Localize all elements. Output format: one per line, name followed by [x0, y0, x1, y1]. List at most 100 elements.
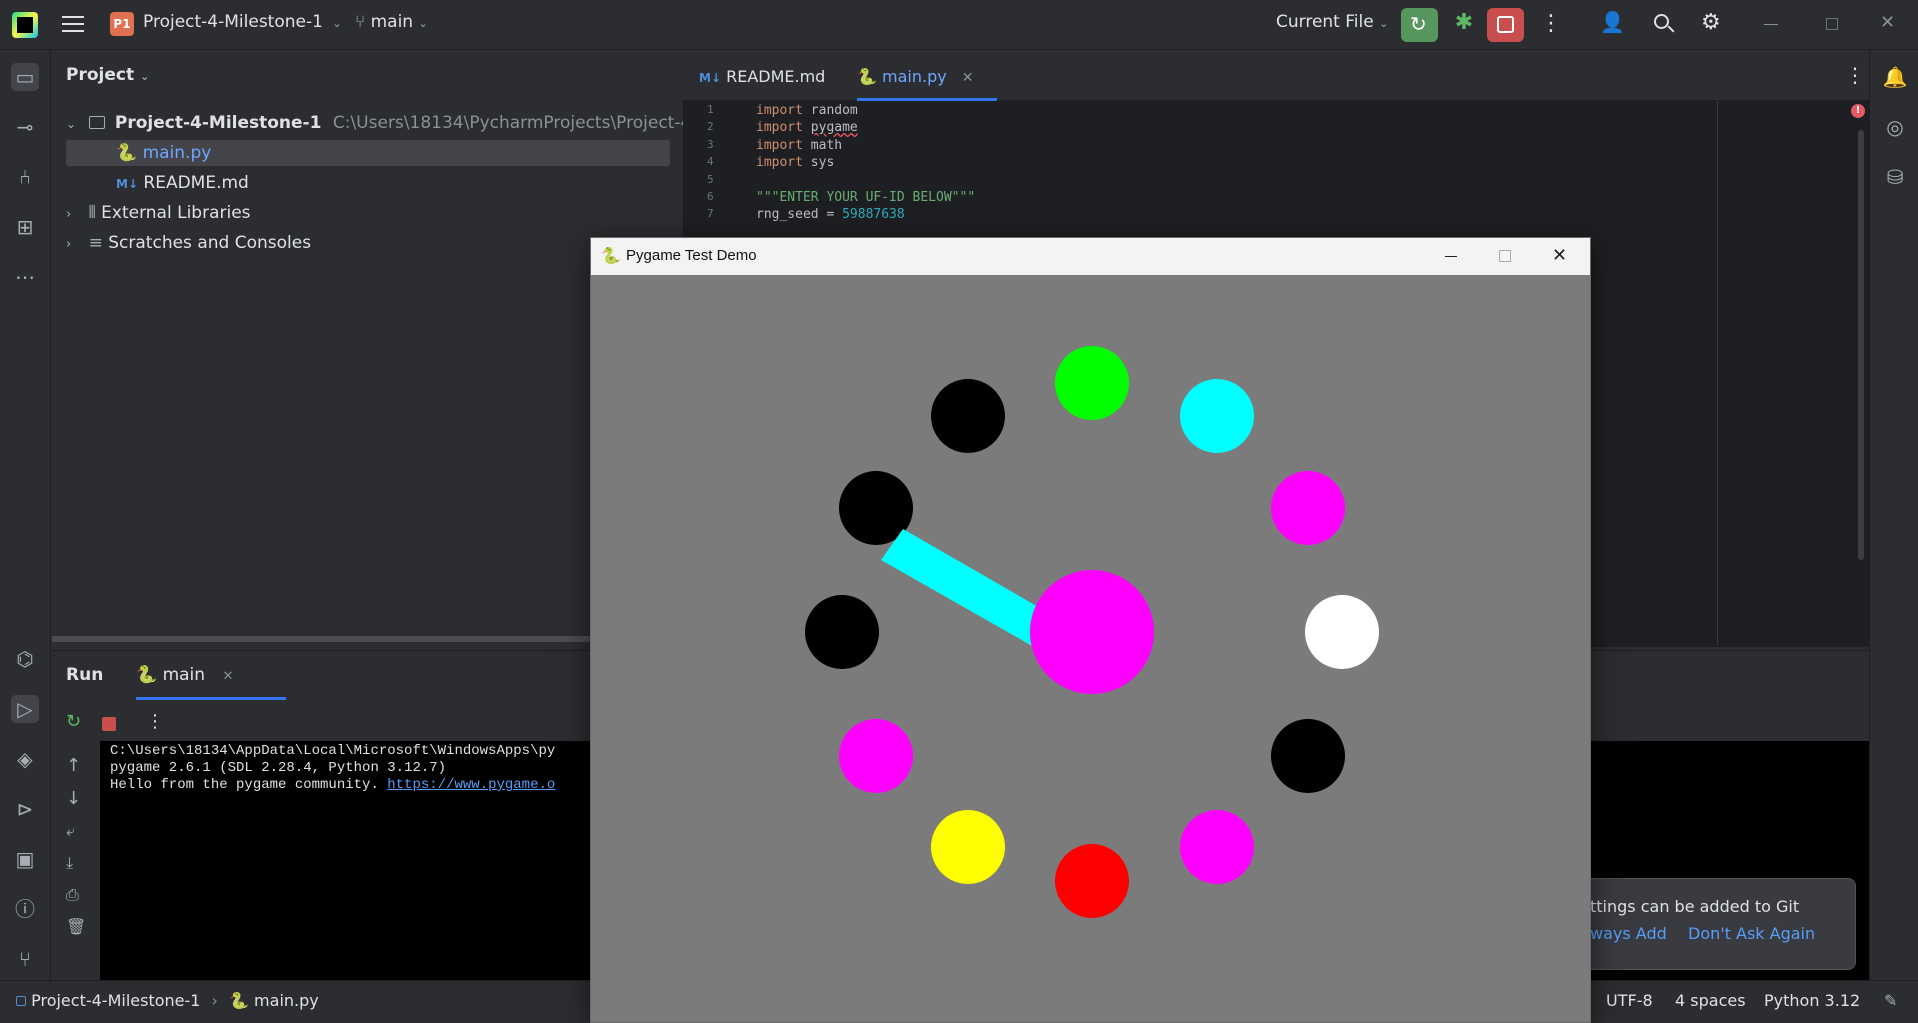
chevron-down-icon: ⌄ [418, 17, 428, 30]
settings-gear-icon[interactable]: ⚙ [1701, 10, 1729, 38]
scroll-up-icon[interactable]: ↑ [66, 755, 81, 776]
maximize-window-icon[interactable] [1499, 250, 1511, 262]
tree-file-main-py[interactable]: 🐍 main.py [116, 140, 211, 166]
scratches-icon: ≡ [88, 233, 103, 253]
run-config-label: Current File [1276, 12, 1374, 32]
chevron-right-icon: › [66, 237, 72, 252]
ai-assistant-icon[interactable]: ◎ [1881, 113, 1909, 141]
console-line: Hello from the pygame community. https:/… [110, 777, 556, 793]
root-folder-path: C:\Users\18134\PycharmProjects\Project-4… [332, 113, 732, 133]
tree-scratches[interactable]: › ≡ Scratches and Consoles [66, 230, 311, 256]
file-name: README.md [143, 173, 249, 193]
editor-tabs: M↓ README.md 🐍 main.py ✕ ⋮ [683, 51, 1869, 101]
python-file-icon: 🐍 [136, 665, 158, 685]
project-folder-icon[interactable]: ▭ [11, 63, 39, 91]
git-notification: ttings can be added to Git ways Add Don'… [1590, 878, 1856, 970]
run-config-selector[interactable]: Current File ⌄ [1276, 12, 1388, 32]
project-switcher[interactable]: Project-4-Milestone-1 ⌄ [143, 12, 342, 32]
chevron-down-icon: ⌄ [1379, 17, 1389, 30]
external-libraries-label: External Libraries [101, 203, 251, 223]
encoding-widget[interactable]: UTF-8 [1606, 991, 1653, 1010]
debug-button[interactable]: ✱ [1450, 10, 1478, 40]
tab-options-icon[interactable]: ⋮ [1845, 63, 1865, 87]
folder-icon [89, 116, 106, 129]
main-menu-icon[interactable] [62, 14, 84, 32]
run-tab-main[interactable]: 🐍 main ✕ [136, 665, 233, 685]
clock-center [1030, 570, 1154, 694]
tab-readme[interactable]: M↓ README.md [699, 67, 825, 86]
read-only-toggle-icon[interactable]: ✎ [1884, 991, 1897, 1010]
rerun-icon[interactable]: ↻ [66, 711, 81, 732]
python-console-icon[interactable]: ⌬ [11, 645, 39, 673]
trash-icon[interactable]: 🗑 [66, 917, 86, 936]
editor-scrollbar[interactable] [1858, 130, 1864, 560]
stop-button[interactable] [1487, 8, 1524, 42]
module-icon [16, 996, 26, 1006]
error-indicator-icon[interactable]: ! [1851, 104, 1865, 118]
project-name: Project-4-Milestone-1 [143, 12, 323, 32]
python-packages-icon[interactable]: ◈ [11, 745, 39, 773]
minimize-window-icon[interactable] [1764, 24, 1778, 25]
chevron-down-icon: ⌄ [140, 70, 150, 83]
more-actions-icon[interactable]: ⋮ [1540, 10, 1562, 38]
stop-icon[interactable] [102, 717, 116, 731]
tree-file-readme[interactable]: M↓ README.md [116, 170, 249, 196]
close-tab-icon[interactable]: ✕ [962, 70, 974, 86]
restore-window-icon[interactable] [1826, 18, 1838, 30]
project-panel-header[interactable]: Project ⌄ [66, 65, 149, 85]
horizontal-scrollbar[interactable] [52, 636, 682, 642]
notifications-bell-icon[interactable]: 🔔 [1881, 63, 1909, 91]
search-icon[interactable] [1652, 12, 1676, 36]
project-panel-title: Project [66, 65, 135, 85]
rerun-button[interactable]: ↻ [1401, 8, 1438, 42]
more-tools-icon[interactable]: ⋯ [11, 263, 39, 291]
pygame-window: 🐍 Pygame Test Demo ✕ [590, 237, 1591, 1023]
console-link[interactable]: https://www.pygame.o [387, 777, 555, 793]
add-user-icon[interactable]: 👤 [1600, 10, 1628, 38]
stop-icon [1497, 16, 1514, 33]
terminal-icon[interactable]: ▣ [11, 845, 39, 873]
commit-icon[interactable]: ⊸ [11, 113, 39, 141]
pygame-canvas[interactable] [591, 275, 1590, 1023]
database-icon[interactable]: ⛁ [1881, 163, 1909, 191]
indent-widget[interactable]: 4 spaces [1675, 991, 1746, 1010]
close-window-icon[interactable]: ✕ [1880, 12, 1895, 33]
project-badge[interactable]: P1 [110, 12, 134, 36]
markdown-file-icon: M↓ [116, 177, 138, 191]
git-branch-icon: ⑂ [355, 12, 366, 32]
problems-icon[interactable]: ⓘ [11, 895, 39, 923]
close-window-icon[interactable]: ✕ [1552, 245, 1567, 266]
active-tab-underline [857, 98, 997, 101]
scroll-down-icon[interactable]: ↓ [66, 788, 81, 809]
interpreter-widget[interactable]: Python 3.12 [1764, 991, 1860, 1010]
run-tool-icon[interactable]: ▷ [11, 695, 39, 723]
more-actions-icon[interactable]: ⋮ [146, 711, 164, 732]
soft-wrap-icon[interactable]: ⤶ [66, 821, 75, 841]
root-folder-name: Project-4-Milestone-1 [114, 113, 322, 133]
structure-icon[interactable]: ⊞ [11, 213, 39, 241]
chevron-right-icon: › [211, 991, 218, 1010]
close-tab-icon[interactable]: ✕ [222, 669, 233, 684]
breadcrumb-project[interactable]: Project-4-Milestone-1 [31, 991, 200, 1010]
title-bar: P1 Project-4-Milestone-1 ⌄ ⑂ main ⌄ Curr… [0, 0, 1918, 50]
tree-external-libraries[interactable]: › ⫴ External Libraries [66, 200, 251, 226]
tab-main-py[interactable]: 🐍 main.py ✕ [857, 67, 974, 86]
dont-ask-again-link[interactable]: Don't Ask Again [1688, 924, 1815, 943]
always-add-link[interactable]: ways Add [1590, 924, 1667, 943]
right-tool-strip: 🔔 ◎ ⛁ [1869, 51, 1918, 980]
python-file-icon: 🐍 [116, 143, 138, 163]
pygame-snake-icon: 🐍 [601, 248, 621, 265]
print-icon[interactable]: ⎙ [66, 885, 79, 905]
pygame-window-titlebar[interactable]: 🐍 Pygame Test Demo ✕ [591, 238, 1590, 275]
code-lines[interactable]: import random import pygame import math … [756, 102, 975, 224]
scroll-to-end-icon[interactable]: ⤓ [66, 853, 73, 873]
breadcrumb-file[interactable]: main.py [254, 991, 319, 1010]
branch-switcher[interactable]: ⑂ main ⌄ [355, 12, 428, 32]
pull-requests-icon[interactable]: ⑃ [11, 163, 39, 191]
git-icon[interactable]: ⑂ [11, 945, 39, 973]
project-panel: Project ⌄ ⌄ Project-4-Milestone-1 C:\Use… [52, 51, 732, 642]
tree-root[interactable]: ⌄ Project-4-Milestone-1 C:\Users\18134\P… [66, 110, 732, 136]
tab-label: README.md [726, 67, 826, 86]
minimize-window-icon[interactable] [1445, 256, 1457, 257]
services-icon[interactable]: ⊳ [11, 795, 39, 823]
